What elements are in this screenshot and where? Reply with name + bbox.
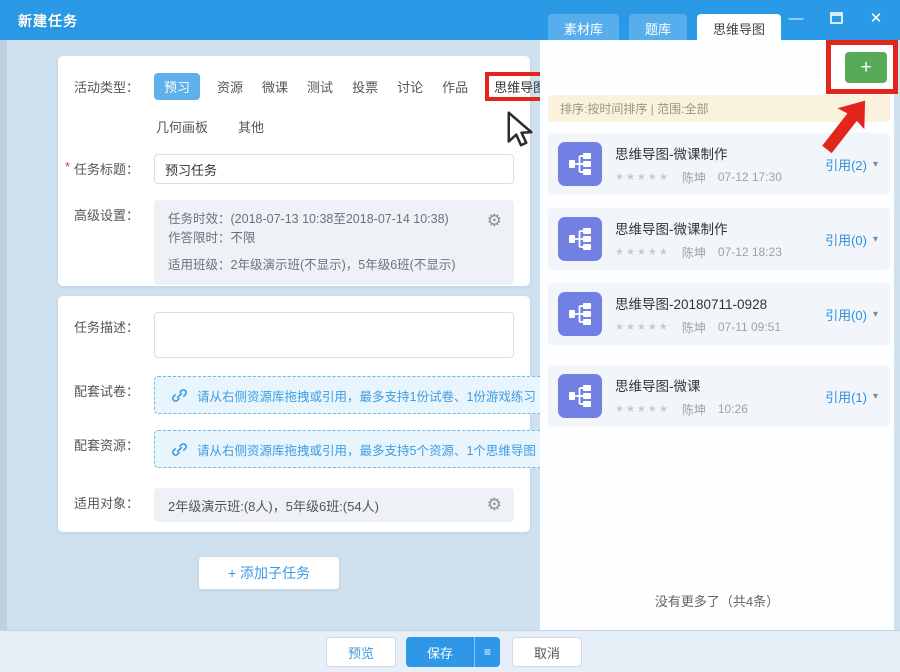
audience-value: 2年级演示班:(8人)，5年级6班:(54人): [168, 496, 379, 515]
activity-option-other[interactable]: 其他: [236, 113, 266, 140]
item-time: 07-11 09:51: [718, 320, 781, 334]
item-author: 陈坤: [682, 244, 706, 261]
cite-button[interactable]: 引用(2) ▾: [825, 155, 878, 174]
item-author: 陈坤: [682, 169, 706, 186]
advanced-settings-gear-icon[interactable]: ⚙: [487, 208, 502, 234]
minimize-icon[interactable]: —: [786, 8, 806, 28]
activity-option-microlesson[interactable]: 微课: [260, 73, 290, 100]
item-title: 思维导图-微课: [615, 375, 825, 395]
audience-label: 适用对象：: [74, 488, 154, 512]
activity-option-work[interactable]: 作品: [440, 73, 470, 100]
applicable-class-text: 适用班级：2年级演示班(不显示)，5年级6班(不显示): [168, 256, 478, 275]
footer-bar: 预览 保存 ≡ 取消: [0, 630, 900, 672]
item-time: 07-12 17:30: [718, 170, 782, 184]
cite-button[interactable]: 引用(0) ▾: [825, 305, 878, 324]
resource-row: 配套资源： 请从右侧资源库拖拽或引用，最多支持5个资源、1个思维导图: [74, 430, 514, 468]
chevron-down-icon: ▾: [873, 309, 878, 320]
mindmap-icon: [558, 142, 602, 186]
required-asterisk: *: [65, 159, 70, 174]
task-basic-card: 活动类型： 预习 资源 微课 测试 投票 讨论 作品 思维导图 几何画板 其他: [58, 56, 530, 286]
list-item[interactable]: 思维导图-微课 ★★★★★ 陈坤 10:26 引用(1) ▾: [548, 365, 890, 427]
activity-option-discussion[interactable]: 讨论: [395, 73, 425, 100]
tab-question-bank[interactable]: 题库: [629, 14, 687, 40]
rating-stars-icon: ★★★★★: [615, 404, 670, 415]
paper-row: 配套试卷： 请从右侧资源库拖拽或引用，最多支持1份试卷、1份游戏练习: [74, 376, 514, 414]
task-validity-text: 任务时效：(2018-07-13 10:38至2018-07-14 10:38): [168, 210, 478, 229]
no-more-text: 没有更多了（共4条）: [540, 591, 894, 610]
cancel-button[interactable]: 取消: [512, 637, 582, 667]
list-item[interactable]: 思维导图-微课制作 ★★★★★ 陈坤 07-12 18:23 引用(0) ▾: [548, 208, 890, 270]
link-icon: [171, 441, 188, 458]
save-menu-icon[interactable]: ≡: [474, 637, 500, 667]
description-label: 任务描述：: [74, 312, 154, 336]
link-icon: [171, 387, 188, 404]
description-textarea[interactable]: [154, 312, 514, 358]
activity-type-options: 预习 资源 微课 测试 投票 讨论 作品 思维导图 几何画板 其他: [154, 72, 555, 140]
paper-label: 配套试卷：: [74, 376, 154, 400]
window-controls: — ✕: [786, 8, 886, 28]
mouse-cursor: [505, 110, 535, 148]
audience-row: 适用对象： 2年级演示班:(8人)，5年级6班:(54人) ⚙: [74, 488, 514, 522]
rating-stars-icon: ★★★★★: [615, 247, 670, 258]
tab-material-library[interactable]: 素材库: [548, 14, 619, 40]
activity-option-test[interactable]: 测试: [305, 73, 335, 100]
save-button[interactable]: 保存 ≡: [406, 637, 500, 667]
item-time: 10:26: [718, 402, 748, 416]
item-title: 思维导图-微课制作: [615, 143, 825, 163]
add-subtask-button[interactable]: + 添加子任务: [198, 556, 340, 590]
rating-stars-icon: ★★★★★: [615, 172, 670, 183]
item-title: 思维导图-20180711-0928: [615, 293, 825, 313]
item-author: 陈坤: [682, 319, 706, 336]
resource-dropzone[interactable]: 请从右侧资源库拖拽或引用，最多支持5个资源、1个思维导图: [154, 430, 549, 468]
item-author: 陈坤: [682, 401, 706, 418]
annotation-red-arrow: [818, 94, 874, 156]
advanced-settings-row: 高级设置： 任务时效：(2018-07-13 10:38至2018-07-14 …: [74, 200, 514, 285]
description-row: 任务描述：: [74, 312, 514, 358]
window-title: 新建任务: [18, 11, 78, 31]
mindmap-icon: [558, 374, 602, 418]
answer-time-limit-text: 作答限时：不限: [168, 229, 478, 248]
rating-stars-icon: ★★★★★: [615, 322, 670, 333]
task-title-row: *任务标题：: [74, 154, 514, 184]
activity-option-vote[interactable]: 投票: [350, 73, 380, 100]
resource-hint-text: 请从右侧资源库拖拽或引用，最多支持5个资源、1个思维导图: [197, 440, 536, 459]
cite-button[interactable]: 引用(1) ▾: [825, 387, 878, 406]
item-time: 07-12 18:23: [718, 245, 782, 259]
activity-option-geometry-board[interactable]: 几何画板: [154, 113, 210, 140]
add-mindmap-button[interactable]: +: [845, 52, 887, 83]
mindmap-list: 思维导图-微课制作 ★★★★★ 陈坤 07-12 17:30 引用(2) ▾: [548, 133, 890, 440]
resource-label: 配套资源：: [74, 430, 154, 454]
maximize-icon[interactable]: [826, 8, 846, 28]
task-content-card: 任务描述： 配套试卷： 请从右侧资源库拖拽或引用，最多支持1份试卷、1份游戏练习…: [58, 296, 530, 532]
task-title-label: *任务标题：: [74, 154, 154, 178]
chevron-down-icon: ▾: [873, 234, 878, 245]
new-task-dialog: 新建任务 — ✕ 素材库 题库 思维导图 活动类型： 预习 资源 微课 测试 投…: [0, 0, 900, 672]
task-title-input[interactable]: [154, 154, 514, 184]
activity-option-resource[interactable]: 资源: [215, 73, 245, 100]
paper-dropzone[interactable]: 请从右侧资源库拖拽或引用，最多支持1份试卷、1份游戏练习: [154, 376, 549, 414]
paper-hint-text: 请从右侧资源库拖拽或引用，最多支持1份试卷、1份游戏练习: [197, 386, 536, 405]
close-icon[interactable]: ✕: [866, 8, 886, 28]
advanced-settings-label: 高级设置：: [74, 200, 154, 224]
activity-type-label: 活动类型：: [74, 72, 154, 96]
mindmap-icon: [558, 217, 602, 261]
chevron-down-icon: ▾: [873, 391, 878, 402]
audience-box: 2年级演示班:(8人)，5年级6班:(54人) ⚙: [154, 488, 514, 522]
library-tabs: 素材库 题库 思维导图: [548, 14, 781, 40]
chevron-down-icon: ▾: [873, 159, 878, 170]
item-title: 思维导图-微课制作: [615, 218, 825, 238]
preview-button[interactable]: 预览: [326, 637, 396, 667]
window-left-edge: [0, 40, 7, 672]
mindmap-icon: [558, 292, 602, 336]
advanced-settings-box: 任务时效：(2018-07-13 10:38至2018-07-14 10:38)…: [154, 200, 514, 285]
tab-mindmap[interactable]: 思维导图: [697, 14, 781, 40]
cite-button[interactable]: 引用(0) ▾: [825, 230, 878, 249]
activity-type-row: 活动类型： 预习 资源 微课 测试 投票 讨论 作品 思维导图 几何画板 其他: [74, 72, 514, 140]
list-item[interactable]: 思维导图-20180711-0928 ★★★★★ 陈坤 07-11 09:51 …: [548, 283, 890, 345]
audience-gear-icon[interactable]: ⚙: [487, 495, 502, 515]
activity-option-preview[interactable]: 预习: [154, 73, 200, 100]
